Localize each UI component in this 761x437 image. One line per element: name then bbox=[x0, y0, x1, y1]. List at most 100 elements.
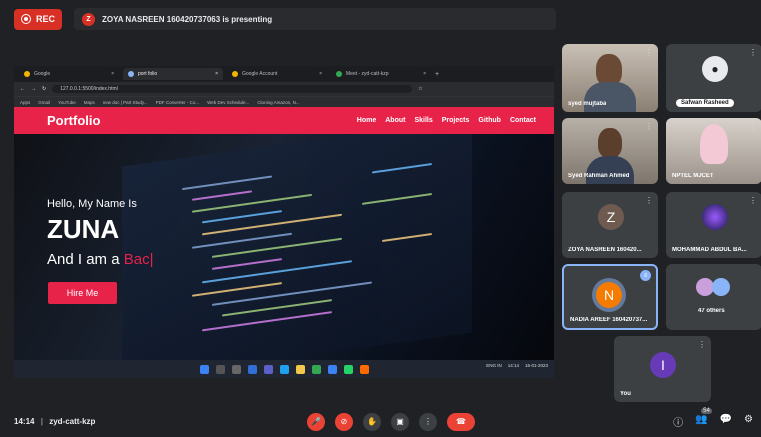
browser-tab-strip: Google × port folio × Google Account × Meet… bbox=[14, 66, 554, 82]
participant-avatar bbox=[702, 204, 728, 230]
close-icon[interactable]: × bbox=[423, 71, 426, 77]
star-icon[interactable]: ☆ bbox=[418, 86, 422, 92]
close-icon[interactable]: × bbox=[319, 71, 322, 77]
participant-tile[interactable]: ⋮ MOHAMMAD ABDUL BA... bbox=[666, 192, 761, 258]
hero-role-prefix: And I am a bbox=[47, 251, 124, 268]
participant-tile[interactable]: ⋮ NPTEL MJCET bbox=[666, 118, 761, 184]
meet-icon bbox=[336, 71, 342, 77]
language-indicator[interactable]: ENG IN bbox=[486, 363, 502, 368]
presenting-banner: Z ZOYA NASREEN 160420737063 is presentin… bbox=[74, 8, 557, 30]
bookmarks-bar: Apps Gmail YouTube Maps new doc | Part S… bbox=[14, 96, 554, 107]
pin-icon[interactable]: ⋮ bbox=[645, 122, 653, 131]
close-icon[interactable]: × bbox=[111, 71, 114, 77]
bookmark-item[interactable]: Maps bbox=[84, 100, 95, 105]
site-brand[interactable]: Portfolio bbox=[47, 113, 100, 128]
bookmark-item[interactable]: PDF Converter - Co... bbox=[156, 100, 200, 105]
nav-github[interactable]: Github bbox=[478, 117, 501, 124]
bookmark-item[interactable]: Gmail bbox=[38, 100, 50, 105]
top-bar: REC Z ZOYA NASREEN 160420737063 is prese… bbox=[0, 0, 761, 38]
participant-video bbox=[598, 128, 622, 158]
pin-icon[interactable]: ⋮ bbox=[749, 196, 757, 205]
clock-date[interactable]: 16-01-2023 bbox=[525, 363, 548, 368]
pin-icon[interactable]: ⋮ bbox=[698, 340, 706, 349]
more-options-button[interactable]: ⋮ bbox=[419, 412, 437, 431]
pin-icon[interactable]: ⋮ bbox=[749, 48, 757, 57]
clock-time[interactable]: 14:14 bbox=[508, 363, 519, 368]
present-button[interactable]: ▣ bbox=[391, 412, 409, 431]
meeting-info: 14:14 | zyd-catt-kzp bbox=[14, 417, 95, 426]
app-icon[interactable] bbox=[359, 364, 369, 374]
others-tile[interactable]: 47 others bbox=[666, 264, 761, 330]
folder-icon[interactable] bbox=[295, 364, 305, 374]
leave-call-button[interactable]: ☎ bbox=[447, 412, 475, 431]
bookmark-item[interactable]: Web Dev Schedule... bbox=[207, 100, 249, 105]
bookmark-item[interactable]: YouTube bbox=[58, 100, 76, 105]
pin-icon[interactable]: ⋮ bbox=[749, 122, 757, 131]
hero-background-image bbox=[122, 134, 472, 364]
windows-start-icon[interactable] bbox=[199, 364, 209, 374]
tab-label: Google bbox=[34, 71, 51, 77]
presenter-avatar: Z bbox=[82, 12, 96, 26]
bookmark-item[interactable]: Apps bbox=[20, 100, 30, 105]
participant-body bbox=[584, 82, 636, 112]
participant-avatar: Z bbox=[598, 204, 624, 230]
raise-hand-button[interactable]: ✋ bbox=[363, 412, 381, 431]
browser-tab[interactable]: Meet - zyd-catt-kzp × bbox=[331, 68, 431, 80]
participant-tile[interactable]: ● ⋮ Safwan Rasheed bbox=[666, 44, 761, 112]
self-avatar: I bbox=[650, 352, 676, 378]
nav-home[interactable]: Home bbox=[357, 117, 376, 124]
edge-icon[interactable] bbox=[279, 364, 289, 374]
mic-off-button[interactable]: 🎤 bbox=[307, 412, 325, 431]
people-icon[interactable]: 👥 54 bbox=[695, 408, 712, 429]
hero-section: Hello, My Name Is ZUNA And I am a Bac| H… bbox=[14, 134, 554, 364]
nav-about[interactable]: About bbox=[385, 117, 405, 124]
url-input[interactable]: 127.0.0.1:5500/index.html bbox=[52, 85, 413, 93]
self-tile[interactable]: I ⋮ You bbox=[614, 336, 711, 402]
hire-me-button[interactable]: Hire Me bbox=[48, 282, 117, 304]
participant-name: NPTEL MJCET bbox=[672, 173, 714, 179]
nav-projects[interactable]: Projects bbox=[442, 117, 470, 124]
whatsapp-icon[interactable] bbox=[343, 364, 353, 374]
participant-tile-active-speaker[interactable]: N ≡ NADIA AREEF 160420737... bbox=[562, 264, 658, 330]
participant-tile[interactable]: ⋮ syed mujtaba bbox=[562, 44, 658, 112]
participant-tile[interactable]: Z ⋮ ZOYA NASREEN 160420... bbox=[562, 192, 658, 258]
close-icon[interactable]: × bbox=[215, 71, 218, 77]
browser-tab-active[interactable]: port folio × bbox=[123, 68, 223, 80]
chat-icon[interactable] bbox=[263, 364, 273, 374]
back-icon[interactable]: ← bbox=[20, 86, 25, 92]
address-bar: ← → ↻ 127.0.0.1:5500/index.html ☆ bbox=[14, 82, 554, 96]
browser-tab[interactable]: Google × bbox=[19, 68, 119, 80]
participant-tile[interactable]: ⋮ Syed Rahman Ahmed bbox=[562, 118, 658, 184]
recording-badge[interactable]: REC bbox=[14, 8, 63, 30]
nav-skills[interactable]: Skills bbox=[414, 117, 432, 124]
activities-icon[interactable]: ⚙ bbox=[744, 414, 753, 429]
task-view-icon[interactable] bbox=[231, 364, 241, 374]
info-icon[interactable]: ⓘ bbox=[673, 414, 683, 429]
widgets-icon[interactable] bbox=[247, 364, 257, 374]
chrome-icon[interactable] bbox=[311, 364, 321, 374]
self-name: You bbox=[620, 391, 631, 397]
tab-label: port folio bbox=[138, 71, 158, 77]
others-avatar bbox=[712, 278, 730, 296]
shared-screen: Google × port folio × Google Account × Meet… bbox=[14, 66, 554, 378]
participant-name: MOHAMMAD ABDUL BA... bbox=[672, 247, 747, 253]
browser-tab[interactable]: Google Account × bbox=[227, 68, 327, 80]
site-nav-links: Home About Skills Projects Github Contac… bbox=[357, 117, 536, 124]
vscode-icon[interactable] bbox=[327, 364, 337, 374]
new-tab-icon[interactable]: + bbox=[435, 71, 439, 78]
camera-off-button[interactable]: ⊘ bbox=[335, 412, 353, 431]
bookmark-item[interactable]: Cloning Amazon, N... bbox=[257, 100, 299, 105]
nav-contact[interactable]: Contact bbox=[510, 117, 536, 124]
chat-icon[interactable]: 💬 bbox=[720, 414, 732, 429]
side-controls: ⓘ 👥 54 💬 ⚙ bbox=[673, 408, 753, 429]
forward-icon[interactable]: → bbox=[31, 86, 36, 92]
participant-body bbox=[586, 156, 634, 184]
pin-icon[interactable]: ⋮ bbox=[645, 48, 653, 57]
bookmark-item[interactable]: new doc | Part Study... bbox=[103, 100, 148, 105]
windows-taskbar: ENG IN 14:14 16-01-2023 bbox=[14, 360, 554, 378]
reload-icon[interactable]: ↻ bbox=[42, 86, 46, 92]
pin-icon[interactable]: ⋮ bbox=[645, 196, 653, 205]
hero-role: And I am a Bac| bbox=[47, 251, 153, 268]
search-icon[interactable] bbox=[215, 364, 225, 374]
meeting-code[interactable]: zyd-catt-kzp bbox=[49, 417, 95, 426]
